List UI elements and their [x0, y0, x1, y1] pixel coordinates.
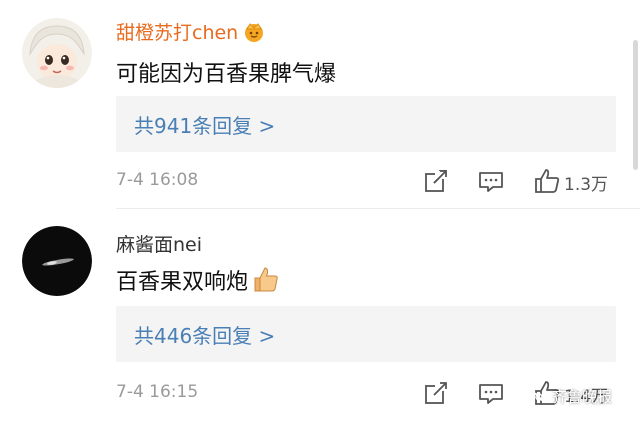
- vip-crown-icon: [242, 20, 266, 42]
- comment-meta: 7-4 16:08 1.3万: [116, 166, 628, 196]
- username-text[interactable]: 甜橙苏打chen: [116, 22, 238, 44]
- comment-text: 可能因为百香果脾气爆: [116, 62, 337, 87]
- comment-item: 甜橙苏打chen 可能因为百香果脾气爆 共941条回复 > 7-4 16:08 …: [0, 0, 640, 210]
- share-icon[interactable]: [421, 166, 451, 196]
- username[interactable]: 甜橙苏打chen: [116, 18, 266, 45]
- reply-summary[interactable]: 共941条回复 >: [116, 96, 616, 152]
- comment-text: 百香果双响炮: [116, 270, 249, 295]
- like-count: 1.3万: [564, 175, 609, 195]
- comment-text-row: 百香果双响炮: [116, 264, 280, 296]
- watermark-text: 齐鲁晚报: [552, 388, 613, 406]
- comment-icon[interactable]: [476, 378, 506, 408]
- user-avatar[interactable]: [22, 226, 92, 296]
- thumbs-up-emoji-icon: [250, 264, 280, 294]
- comment-icon[interactable]: [476, 166, 506, 196]
- share-icon[interactable]: [421, 378, 451, 408]
- watermark: 齐鲁晚报: [528, 386, 612, 410]
- like-icon[interactable]: [532, 166, 562, 196]
- timestamp: 7-4 16:15: [116, 382, 199, 402]
- reply-summary[interactable]: 共446条回复 >: [116, 306, 616, 362]
- divider: [116, 208, 640, 209]
- username[interactable]: 麻酱面nei: [116, 230, 202, 257]
- timestamp: 7-4 16:08: [116, 170, 199, 190]
- view-replies-link[interactable]: 共941条回复 >: [134, 110, 275, 139]
- user-avatar[interactable]: [22, 18, 92, 88]
- view-replies-link[interactable]: 共446条回复 >: [134, 320, 275, 349]
- scrollbar[interactable]: [633, 40, 638, 170]
- watermark-logo-icon: [528, 388, 550, 406]
